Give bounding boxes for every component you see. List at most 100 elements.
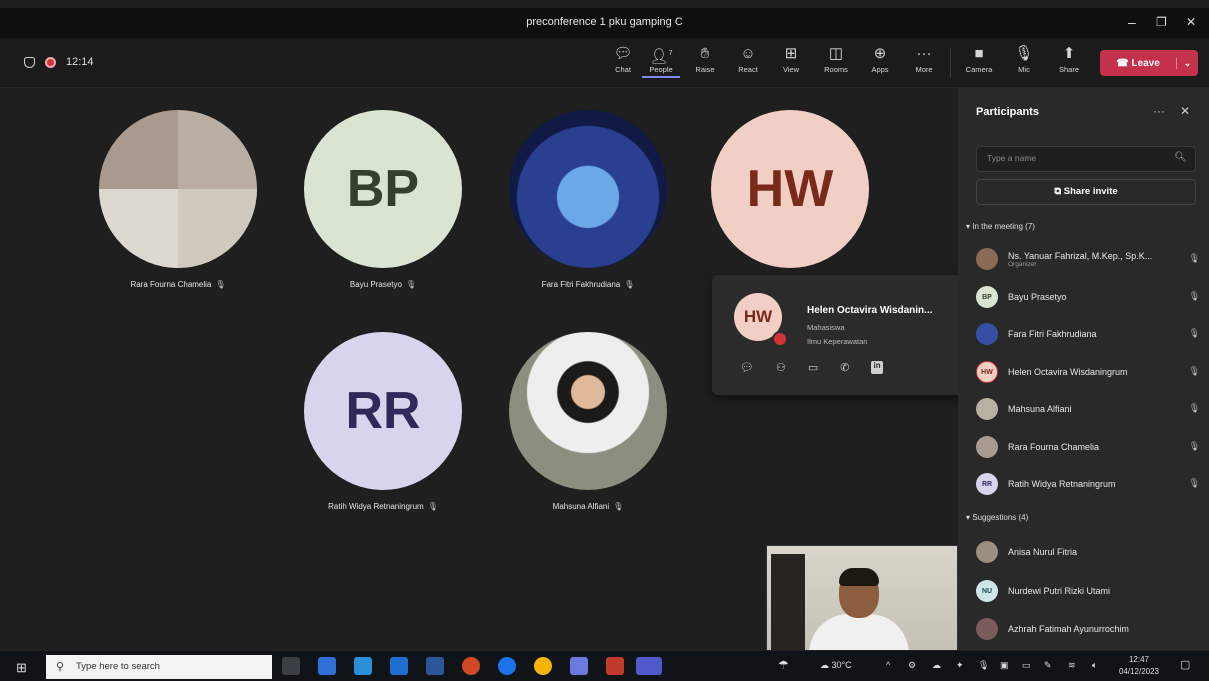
battery-icon[interactable]: ▭ bbox=[1022, 660, 1031, 671]
participant-name: Fara Fitri Fakhrudiana 🎙︎ bbox=[541, 280, 635, 289]
maximize-button[interactable]: ❐ bbox=[1156, 15, 1167, 29]
tray-app-icon[interactable]: ▣ bbox=[1000, 660, 1009, 671]
suggestion-list-item[interactable]: Anisa Nurul Fitria bbox=[976, 537, 1204, 567]
chevron-down-icon[interactable]: ⌄ bbox=[1176, 57, 1198, 69]
onedrive-icon[interactable]: ☁ bbox=[932, 660, 941, 671]
search-icon: ⚲ bbox=[56, 661, 65, 673]
rooms-button[interactable]: ◫ Rooms bbox=[817, 44, 855, 74]
taskbar-clock[interactable]: 12:47 04/12/2023 bbox=[1118, 654, 1160, 678]
people-label: People bbox=[642, 65, 680, 78]
call-icon[interactable]: ✆ bbox=[840, 361, 849, 374]
leave-button[interactable]: ☎︎ Leave ⌄ bbox=[1100, 50, 1198, 76]
raise-hand-button[interactable]: ✋︎ Raise bbox=[686, 44, 724, 74]
linkedin-icon[interactable]: in bbox=[871, 361, 883, 374]
volume-icon[interactable]: 🔈︎ bbox=[1092, 660, 1097, 671]
tray-app-icon[interactable]: ✦ bbox=[956, 660, 964, 671]
participant-list-item[interactable]: Mahsuna Alfiani 🎙︎ bbox=[976, 394, 1204, 424]
react-icon: ☺︎ bbox=[740, 45, 756, 62]
chat-icon[interactable]: 💬︎ bbox=[740, 361, 754, 374]
taskbar-search[interactable]: ⚲ Type here to search bbox=[46, 655, 272, 679]
mic-off-icon: 🎙︎ bbox=[1188, 328, 1200, 338]
close-window-button[interactable]: ✕ bbox=[1186, 15, 1196, 29]
wifi-icon[interactable]: ≋ bbox=[1068, 660, 1076, 671]
participant-tile[interactable]: HW bbox=[711, 110, 869, 268]
calendar-app-icon[interactable] bbox=[318, 657, 336, 675]
in-meeting-label: In the meeting (7) bbox=[972, 222, 1035, 231]
more-button[interactable]: ··· More bbox=[905, 44, 943, 74]
word-app-icon[interactable] bbox=[426, 657, 444, 675]
windows-start-icon[interactable]: ⊞ bbox=[16, 660, 27, 676]
tray-app-icon[interactable]: ⚙ bbox=[908, 660, 916, 671]
people-button[interactable]: 👤︎7 People bbox=[642, 44, 680, 78]
in-meeting-section-toggle[interactable]: ▾ In the meeting (7) bbox=[966, 222, 1035, 231]
teams-app-icon[interactable] bbox=[636, 657, 662, 675]
temperature: 30°C bbox=[831, 660, 852, 670]
photos-app-icon[interactable] bbox=[570, 657, 588, 675]
video-call-icon[interactable]: ▭ bbox=[808, 361, 818, 374]
mic-tray-icon[interactable]: 🎙︎ bbox=[978, 660, 989, 671]
edge-app-icon[interactable] bbox=[498, 657, 516, 675]
participant-list-item[interactable]: Fara Fitri Fakhrudiana 🎙︎ bbox=[976, 319, 1204, 349]
more-icon: ··· bbox=[916, 45, 932, 62]
org-chart-icon[interactable]: ⚇ bbox=[776, 361, 786, 374]
pen-icon[interactable]: ✎ bbox=[1044, 660, 1052, 671]
participant-name: Nurdewi Putri Rizki Utami bbox=[1008, 586, 1111, 596]
share-button[interactable]: ⬆ Share bbox=[1050, 44, 1088, 74]
panel-more-button[interactable]: ··· bbox=[1153, 104, 1165, 118]
share-invite-icon: ⧉ bbox=[1054, 186, 1064, 197]
suggestion-list-item[interactable]: NU Nurdewi Putri Rizki Utami bbox=[976, 576, 1204, 606]
participant-tile[interactable]: Rara Fourna Chamelia 🎙︎ bbox=[99, 110, 257, 289]
suggestion-list-item[interactable]: Azhrah Fatimah Ayunurrochim bbox=[976, 614, 1204, 644]
participant-name: Bayu Prasetyo bbox=[1008, 292, 1067, 302]
share-invite-button[interactable]: ⧉ Share invite bbox=[976, 179, 1196, 205]
participant-tile[interactable]: RR Ratih Widya Retnaningrum 🎙︎ bbox=[304, 332, 462, 511]
participant-search-input[interactable] bbox=[987, 153, 1167, 163]
view-label: View bbox=[782, 65, 800, 74]
participant-list-item[interactable]: RR Ratih Widya Retnaningrum 🎙︎ bbox=[976, 469, 1204, 499]
participant-name: Mahsuna Alfiani 🎙︎ bbox=[552, 502, 624, 511]
people-count: 7 bbox=[668, 50, 673, 57]
chrome-app-icon[interactable] bbox=[534, 657, 552, 675]
share-icon: ⬆ bbox=[1062, 45, 1076, 62]
people-icon: 👤︎7 bbox=[649, 48, 673, 65]
weather-info[interactable]: ☁︎ 30°C bbox=[820, 660, 852, 671]
view-button[interactable]: ⊞ View bbox=[772, 44, 810, 74]
minimize-button[interactable]: – bbox=[1128, 14, 1136, 30]
profile-role: Mahasiswa bbox=[807, 323, 845, 332]
toolbar-divider bbox=[950, 48, 951, 78]
participant-tile[interactable]: Mahsuna Alfiani 🎙︎ bbox=[509, 332, 667, 511]
participant-name: Anisa Nurul Fitria bbox=[1008, 547, 1078, 557]
task-view-icon[interactable] bbox=[282, 657, 300, 675]
recording-icon bbox=[45, 56, 56, 68]
suggestions-section-toggle[interactable]: ▾ Suggestions (4) bbox=[966, 513, 1028, 522]
apps-button[interactable]: ⊕ Apps bbox=[861, 44, 899, 74]
chat-button[interactable]: 💬︎ Chat bbox=[604, 44, 642, 74]
participant-photo bbox=[509, 110, 667, 268]
participant-list-item[interactable]: Rara Fourna Chamelia 🎙︎ bbox=[976, 432, 1204, 462]
participant-tile[interactable]: Fara Fitri Fakhrudiana 🎙︎ bbox=[509, 110, 667, 289]
share-invite-label: Share invite bbox=[1063, 186, 1118, 197]
participant-photo bbox=[509, 332, 667, 490]
panel-close-button[interactable]: ✕ bbox=[1180, 104, 1190, 118]
temperature-icon: ☁︎ bbox=[820, 660, 832, 670]
self-video[interactable] bbox=[766, 545, 958, 653]
view-icon: ⊞ bbox=[784, 45, 798, 62]
leave-label: ☎︎ Leave bbox=[1100, 58, 1176, 69]
participant-list-item[interactable]: Ns. Yanuar Fahrizal, M.Kep., Sp.K... Org… bbox=[976, 244, 1204, 274]
phone-icon: ☎︎ bbox=[1116, 57, 1132, 69]
system-tray-chevron-icon[interactable]: ^ bbox=[886, 660, 890, 670]
camera-button[interactable]: ■ Camera bbox=[960, 44, 998, 74]
participant-avatar: RR bbox=[976, 473, 998, 495]
explorer-app-icon[interactable] bbox=[354, 657, 372, 675]
participant-list-item[interactable]: BP Bayu Prasetyo 🎙︎ bbox=[976, 282, 1204, 312]
participant-list-item[interactable]: HW Helen Octavira Wisdaningrum 🎙︎ bbox=[976, 357, 1204, 387]
react-button[interactable]: ☺︎ React bbox=[729, 44, 767, 74]
mic-button[interactable]: 🎙︎ Mic bbox=[1005, 44, 1043, 74]
weather-icon[interactable]: ☂ bbox=[778, 658, 789, 672]
participant-tile[interactable]: BP Bayu Prasetyo 🎙︎ bbox=[304, 110, 462, 289]
calendar-app-icon[interactable] bbox=[606, 657, 624, 675]
powerpoint-app-icon[interactable] bbox=[462, 657, 480, 675]
shield-icon bbox=[24, 56, 35, 68]
notifications-icon[interactable]: ▢ bbox=[1180, 658, 1190, 671]
mail-app-icon[interactable] bbox=[390, 657, 408, 675]
